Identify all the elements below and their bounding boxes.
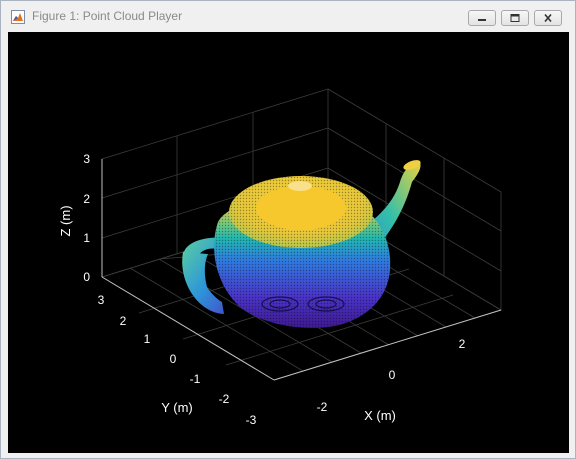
minimize-icon: [478, 19, 486, 21]
x-tick-label: -2: [317, 400, 328, 414]
close-icon: [544, 14, 552, 22]
z-tick-label: 0: [83, 270, 90, 284]
y-tick-label: -1: [190, 372, 201, 386]
z-tick-label: 3: [83, 152, 90, 166]
y-axis-label: Y (m): [161, 400, 193, 415]
y-tick-label: -2: [219, 392, 230, 406]
x-tick-label: 0: [389, 368, 396, 382]
y-tick-label: 0: [170, 352, 177, 366]
x-tick-label: 2: [459, 337, 466, 351]
x-axis-label: X (m): [364, 408, 396, 423]
figure-window: Figure 1: Point Cloud Player 3 2 1 0 3 2…: [0, 0, 576, 459]
y-tick-label: 2: [120, 314, 127, 328]
z-axis-label: Z (m): [58, 205, 73, 236]
window-title: Figure 1: Point Cloud Player: [32, 9, 183, 23]
figure-canvas[interactable]: 3 2 1 0 3 2 1 0 -1 -2 -3 -2 0 2 Z (m) Y …: [8, 32, 569, 453]
close-button[interactable]: [534, 10, 562, 26]
matlab-figure-icon: [11, 10, 25, 24]
title-bar[interactable]: Figure 1: Point Cloud Player: [1, 1, 575, 31]
z-tick-label: 1: [83, 231, 90, 245]
y-tick-label: 1: [144, 332, 151, 346]
minimize-button[interactable]: [468, 10, 496, 26]
maximize-icon: [510, 14, 520, 22]
maximize-button[interactable]: [501, 10, 529, 26]
y-tick-label: 3: [98, 293, 105, 307]
y-tick-label: -3: [246, 413, 257, 427]
z-tick-label: 2: [83, 192, 90, 206]
point-cloud-axes[interactable]: 3 2 1 0 3 2 1 0 -1 -2 -3 -2 0 2 Z (m) Y …: [8, 32, 569, 453]
